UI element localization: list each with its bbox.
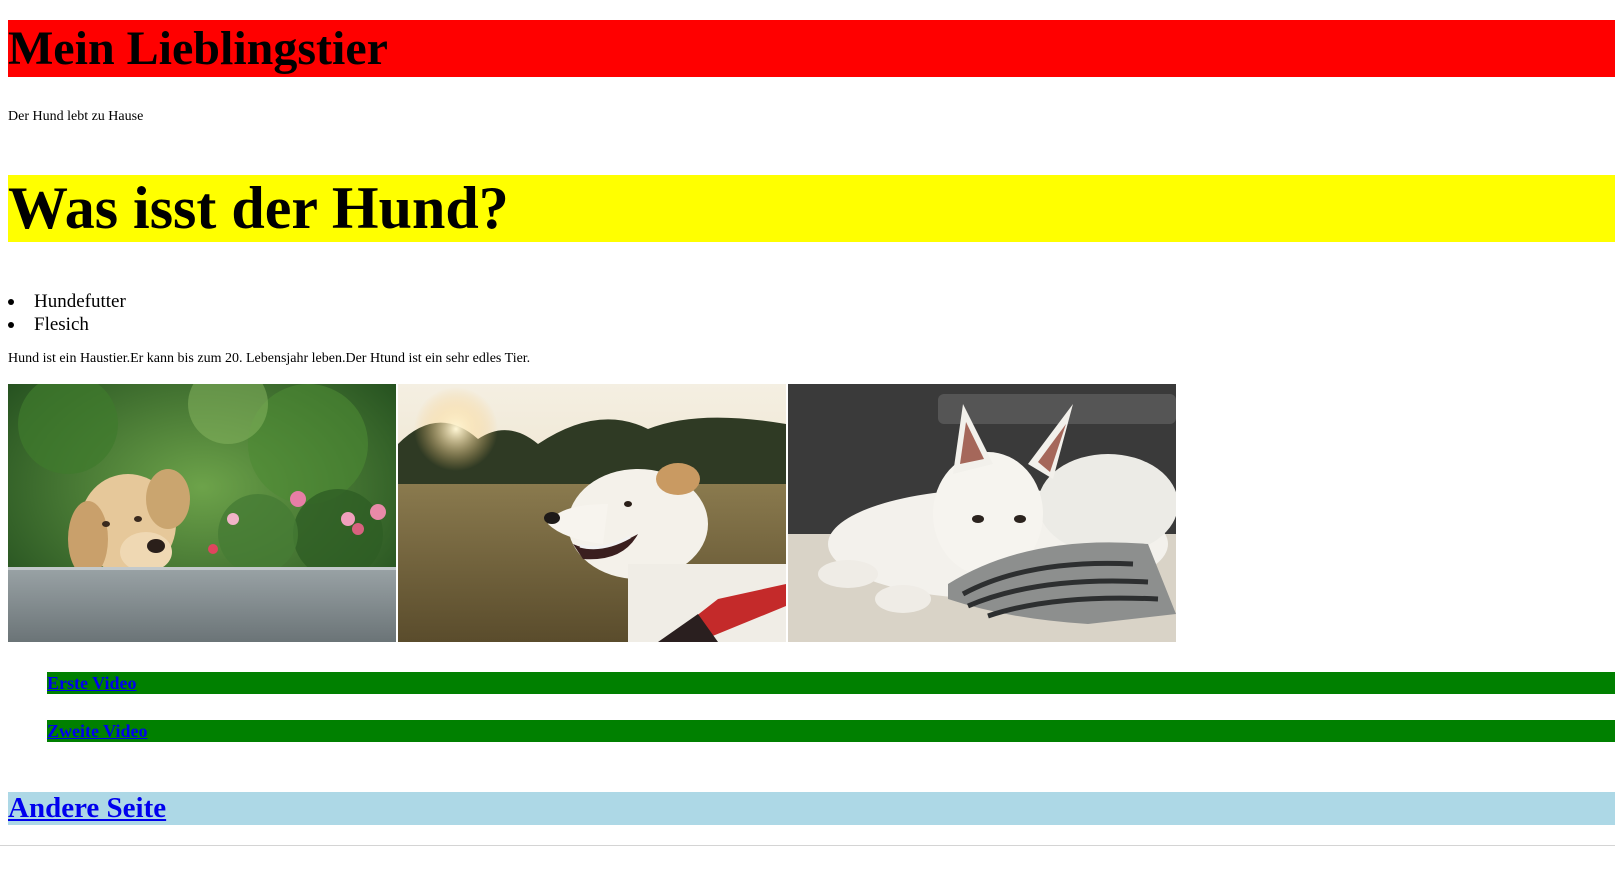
description-text: Hund ist ein Haustier.Er kann bis zum 20… [8,351,531,366]
field-dog-photo [398,384,786,642]
list-item: Flesich [8,313,126,336]
food-list: Hundefutter Flesich [8,290,126,336]
divider [0,845,1615,846]
food-banner: Was isst der Hund? [8,175,1615,242]
food-item-label: Flesich [34,314,89,335]
other-page-bar: Andere Seite [8,792,1615,825]
second-video-bar: Zweite Video [47,720,1615,742]
bullet-icon [8,322,14,328]
food-heading: Was isst der Hund? [8,175,509,241]
page-title: Mein Lieblingstier [8,22,388,75]
first-video-link[interactable]: Erste Video [47,673,137,693]
title-banner: Mein Lieblingstier [8,20,1615,77]
labrador-photo [8,384,396,642]
white-shepherd-photo [788,384,1176,642]
first-video-bar: Erste Video [47,672,1615,694]
other-page-link[interactable]: Andere Seite [8,792,166,824]
list-item: Hundefutter [8,290,126,313]
photo-gallery [8,384,1178,642]
food-item-label: Hundefutter [34,291,126,312]
second-video-link[interactable]: Zweite Video [47,721,148,741]
bullet-icon [8,299,14,305]
intro-text: Der Hund lebt zu Hause [8,109,144,124]
